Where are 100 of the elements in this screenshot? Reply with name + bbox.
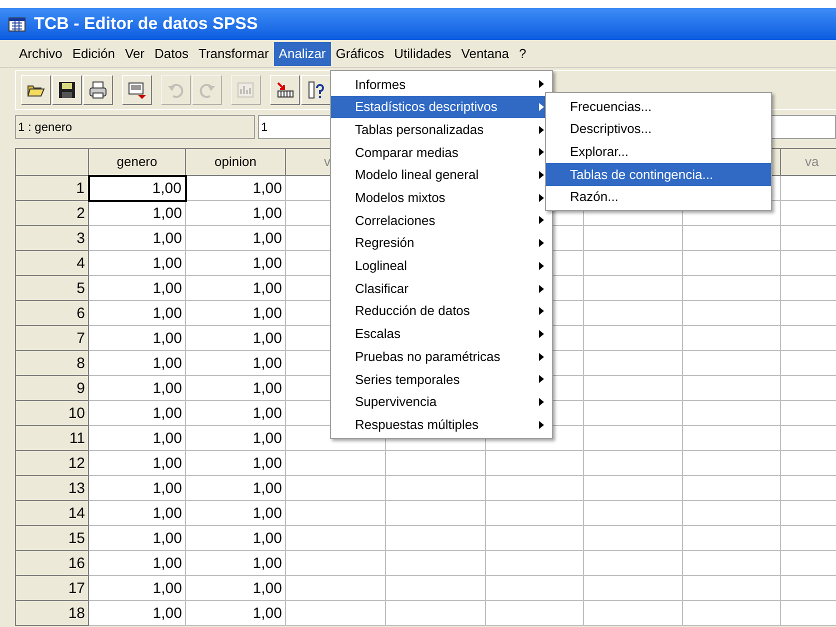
submenu-arrow-icon <box>539 398 544 406</box>
menu-item[interactable]: Informes <box>331 73 552 96</box>
table-cell[interactable]: 1,00 <box>186 526 286 550</box>
table-cell[interactable]: 1,00 <box>186 300 286 326</box>
row-header[interactable]: 4 <box>16 250 88 276</box>
table-cell[interactable]: 1,00 <box>186 500 286 526</box>
table-cell[interactable]: 1,00 <box>88 350 186 376</box>
menu-item[interactable]: Descriptivos... <box>546 118 771 140</box>
table-cell[interactable]: 1,00 <box>186 276 286 300</box>
submenu-arrow-icon <box>539 194 544 202</box>
row-header[interactable]: 6 <box>16 300 88 326</box>
menu-item[interactable]: Respuestas múltiples <box>331 413 552 436</box>
submenu-arrow-icon <box>539 239 544 248</box>
submenu-arrow-icon <box>539 420 544 429</box>
row-header[interactable]: 17 <box>16 576 88 600</box>
menu-bar-item[interactable]: Edición <box>67 42 120 66</box>
menu-bar-item[interactable]: Gráficos <box>330 42 390 66</box>
table-cell[interactable]: 1,00 <box>88 450 186 476</box>
menu-bar-item[interactable]: Transformar <box>193 42 274 66</box>
row-header[interactable]: 5 <box>16 276 88 300</box>
table-cell[interactable]: 1,00 <box>186 326 286 350</box>
menu-item[interactable]: Tablas de contingencia... <box>546 163 771 186</box>
row-header[interactable]: 16 <box>16 550 88 576</box>
table-cell[interactable]: 1,00 <box>186 350 286 376</box>
table-cell[interactable]: 1,00 <box>186 450 286 476</box>
menu-item[interactable]: Razón... <box>546 186 771 208</box>
table-cell[interactable]: 1,00 <box>186 200 286 226</box>
menu-bar-item[interactable]: Ver <box>120 42 150 66</box>
table-cell[interactable]: 1,00 <box>88 526 186 550</box>
submenu-arrow-icon <box>539 330 544 338</box>
submenu-arrow-icon <box>539 352 544 361</box>
row-header[interactable]: 11 <box>16 426 88 450</box>
toolbar-button[interactable] <box>83 75 113 105</box>
table-cell[interactable]: 1,00 <box>88 400 186 426</box>
table-cell[interactable]: 1,00 <box>186 176 286 200</box>
table-cell[interactable]: 1,00 <box>186 250 286 276</box>
menu-item[interactable]: Explorar... <box>546 140 771 164</box>
menu-bar-item[interactable]: Datos <box>150 42 194 66</box>
submenu-arrow-icon <box>539 216 544 224</box>
table-cell[interactable]: 1,00 <box>88 576 186 600</box>
table-cell[interactable]: 1,00 <box>88 426 186 450</box>
table-cell[interactable]: 1,00 <box>88 200 186 226</box>
row-header[interactable]: 13 <box>16 476 88 500</box>
table-cell[interactable]: 1,00 <box>88 300 186 326</box>
bar-chart-icon <box>236 80 256 100</box>
submenu-arrow-icon <box>539 375 544 384</box>
table-cell[interactable]: 1,00 <box>88 276 186 300</box>
row-header[interactable]: 2 <box>16 200 88 226</box>
table-cell[interactable]: 1,00 <box>186 376 286 400</box>
table-cell[interactable]: 1,00 <box>88 550 186 576</box>
menu-item[interactable]: Reducción de datos <box>331 300 552 323</box>
row-header[interactable]: 3 <box>16 226 88 250</box>
menu-item[interactable]: Series temporales <box>331 368 552 391</box>
row-header[interactable]: 1 <box>16 176 88 200</box>
toolbar-button[interactable] <box>21 75 51 105</box>
submenu-arrow-icon <box>539 284 544 293</box>
menu-bar-item[interactable]: ? <box>514 42 532 66</box>
menu-item[interactable]: Pruebas no paramétricas <box>331 345 552 368</box>
menu-bar-item[interactable]: Utilidades <box>389 42 456 66</box>
table-cell[interactable]: 1,00 <box>88 326 186 350</box>
table-cell[interactable]: 1,00 <box>186 426 286 450</box>
table-cell[interactable]: 1,00 <box>88 250 186 276</box>
table-cell[interactable]: 1,00 <box>186 476 286 500</box>
menu-item[interactable]: Correlaciones <box>331 209 552 232</box>
table-cell[interactable]: 1,00 <box>88 226 186 250</box>
submenu-arrow-icon <box>539 126 544 134</box>
menu-item[interactable]: Clasificar <box>331 277 552 300</box>
menu-bar-item[interactable]: Archivo <box>14 42 68 66</box>
row-header[interactable]: 8 <box>16 350 88 376</box>
table-cell[interactable]: 1,00 <box>88 176 186 200</box>
table-cell[interactable]: 1,00 <box>186 576 286 600</box>
menu-bar-item[interactable]: Analizar <box>274 42 331 66</box>
row-header[interactable]: 18 <box>16 600 88 626</box>
row-header[interactable]: 14 <box>16 500 88 526</box>
row-header[interactable]: 12 <box>16 450 88 476</box>
toolbar-button[interactable] <box>301 75 331 105</box>
menu-item[interactable]: Escalas <box>331 322 552 346</box>
table-cell[interactable]: 1,00 <box>88 600 186 626</box>
table-cell[interactable]: 1,00 <box>186 600 286 626</box>
row-header[interactable]: 10 <box>16 400 88 426</box>
window-title: TCB - Editor de datos SPSS <box>34 13 258 36</box>
table-cell[interactable]: 1,00 <box>186 400 286 426</box>
question-mark-icon <box>306 80 326 100</box>
row-header[interactable]: 9 <box>16 376 88 400</box>
menu-item[interactable]: Supervivencia <box>331 390 552 414</box>
toolbar-button[interactable] <box>122 75 152 105</box>
cell-reference-field: 1 : genero <box>15 115 255 139</box>
menu-item[interactable]: Loglineal <box>331 254 552 278</box>
menu-bar-item[interactable]: Ventana <box>456 42 514 66</box>
table-cell[interactable]: 1,00 <box>88 500 186 526</box>
menu-item[interactable]: Regresión <box>331 232 552 254</box>
toolbar-button[interactable] <box>52 75 82 105</box>
row-header[interactable]: 15 <box>16 526 88 550</box>
arrow-ruler-icon <box>275 80 295 100</box>
table-cell[interactable]: 1,00 <box>88 376 186 400</box>
table-cell[interactable]: 1,00 <box>88 476 186 500</box>
toolbar-button[interactable] <box>270 75 300 105</box>
table-cell[interactable]: 1,00 <box>186 550 286 576</box>
row-header[interactable]: 7 <box>16 326 88 350</box>
table-cell[interactable]: 1,00 <box>186 226 286 250</box>
